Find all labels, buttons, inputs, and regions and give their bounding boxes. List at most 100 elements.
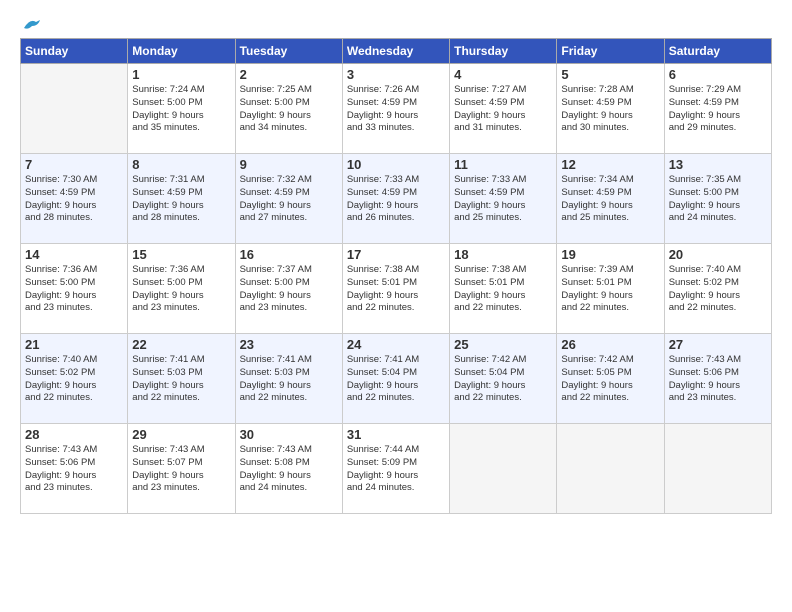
day-info: Sunrise: 7:38 AM Sunset: 5:01 PM Dayligh… [347, 264, 445, 315]
day-number: 8 [132, 157, 230, 172]
calendar-header-monday: Monday [128, 39, 235, 64]
day-number: 18 [454, 247, 552, 262]
day-info: Sunrise: 7:37 AM Sunset: 5:00 PM Dayligh… [240, 264, 338, 315]
calendar-day-cell [664, 424, 771, 514]
day-number: 10 [347, 157, 445, 172]
calendar-day-cell: 30 Sunrise: 7:43 AM Sunset: 5:08 PM Dayli… [235, 424, 342, 514]
calendar-day-cell: 22Sunrise: 7:41 AM Sunset: 5:03 PM Dayli… [128, 334, 235, 424]
calendar-week-row: 1 Sunrise: 7:24 AM Sunset: 5:00 PM Daylig… [21, 64, 772, 154]
calendar-day-cell: 29Sunrise: 7:43 AM Sunset: 5:07 PM Dayli… [128, 424, 235, 514]
day-info: Sunrise: 7:34 AM Sunset: 4:59 PM Dayligh… [561, 174, 659, 225]
day-info: Sunrise: 7:43 AM Sunset: 5:06 PM Dayligh… [669, 354, 767, 405]
day-number: 7 [25, 157, 123, 172]
day-number: 28 [25, 427, 123, 442]
calendar-day-cell: 2 Sunrise: 7:25 AM Sunset: 5:00 PM Daylig… [235, 64, 342, 154]
day-number: 5 [561, 67, 659, 82]
day-info: Sunrise: 7:36 AM Sunset: 5:00 PM Dayligh… [132, 264, 230, 315]
day-number: 13 [669, 157, 767, 172]
day-info: Sunrise: 7:40 AM Sunset: 5:02 PM Dayligh… [669, 264, 767, 315]
calendar-day-cell: 16 Sunrise: 7:37 AM Sunset: 5:00 PM Dayli… [235, 244, 342, 334]
calendar-day-cell: 31 Sunrise: 7:44 AM Sunset: 5:09 PM Dayli… [342, 424, 449, 514]
day-number: 25 [454, 337, 552, 352]
day-info: Sunrise: 7:36 AM Sunset: 5:00 PM Dayligh… [25, 264, 123, 315]
calendar-day-cell [557, 424, 664, 514]
day-info: Sunrise: 7:38 AM Sunset: 5:01 PM Dayligh… [454, 264, 552, 315]
calendar-day-cell: 10 Sunrise: 7:33 AM Sunset: 4:59 PM Dayli… [342, 154, 449, 244]
calendar-day-cell: 19 Sunrise: 7:39 AM Sunset: 5:01 PM Dayli… [557, 244, 664, 334]
calendar-day-cell: 24 Sunrise: 7:41 AM Sunset: 5:04 PM Dayli… [342, 334, 449, 424]
day-info: Sunrise: 7:43 AM Sunset: 5:06 PM Dayligh… [25, 444, 123, 495]
calendar-day-cell: 1 Sunrise: 7:24 AM Sunset: 5:00 PM Daylig… [128, 64, 235, 154]
calendar-day-cell: 7Sunrise: 7:30 AM Sunset: 4:59 PM Daylig… [21, 154, 128, 244]
calendar-day-cell: 9Sunrise: 7:32 AM Sunset: 4:59 PM Daylig… [235, 154, 342, 244]
day-info: Sunrise: 7:27 AM Sunset: 4:59 PM Dayligh… [454, 84, 552, 135]
day-info: Sunrise: 7:33 AM Sunset: 4:59 PM Dayligh… [347, 174, 445, 225]
day-number: 21 [25, 337, 123, 352]
calendar-table: SundayMondayTuesdayWednesdayThursdayFrid… [20, 38, 772, 514]
day-info: Sunrise: 7:26 AM Sunset: 4:59 PM Dayligh… [347, 84, 445, 135]
calendar-day-cell: 14Sunrise: 7:36 AM Sunset: 5:00 PM Dayli… [21, 244, 128, 334]
day-info: Sunrise: 7:29 AM Sunset: 4:59 PM Dayligh… [669, 84, 767, 135]
day-number: 4 [454, 67, 552, 82]
calendar-header-row: SundayMondayTuesdayWednesdayThursdayFrid… [21, 39, 772, 64]
calendar-header-tuesday: Tuesday [235, 39, 342, 64]
day-number: 23 [240, 337, 338, 352]
header [20, 16, 772, 28]
day-info: Sunrise: 7:39 AM Sunset: 5:01 PM Dayligh… [561, 264, 659, 315]
calendar-week-row: 28 Sunrise: 7:43 AM Sunset: 5:06 PM Dayli… [21, 424, 772, 514]
day-info: Sunrise: 7:42 AM Sunset: 5:05 PM Dayligh… [561, 354, 659, 405]
day-number: 17 [347, 247, 445, 262]
day-number: 6 [669, 67, 767, 82]
calendar-day-cell [21, 64, 128, 154]
calendar-week-row: 7Sunrise: 7:30 AM Sunset: 4:59 PM Daylig… [21, 154, 772, 244]
calendar-header-saturday: Saturday [664, 39, 771, 64]
day-number: 22 [132, 337, 230, 352]
day-info: Sunrise: 7:31 AM Sunset: 4:59 PM Dayligh… [132, 174, 230, 225]
day-number: 11 [454, 157, 552, 172]
calendar-day-cell: 8 Sunrise: 7:31 AM Sunset: 4:59 PM Daylig… [128, 154, 235, 244]
day-number: 15 [132, 247, 230, 262]
day-info: Sunrise: 7:33 AM Sunset: 4:59 PM Dayligh… [454, 174, 552, 225]
calendar-day-cell: 12 Sunrise: 7:34 AM Sunset: 4:59 PM Dayli… [557, 154, 664, 244]
calendar-week-row: 14Sunrise: 7:36 AM Sunset: 5:00 PM Dayli… [21, 244, 772, 334]
day-number: 1 [132, 67, 230, 82]
calendar-header-wednesday: Wednesday [342, 39, 449, 64]
day-info: Sunrise: 7:35 AM Sunset: 5:00 PM Dayligh… [669, 174, 767, 225]
day-number: 2 [240, 67, 338, 82]
calendar-day-cell: 25 Sunrise: 7:42 AM Sunset: 5:04 PM Dayli… [450, 334, 557, 424]
calendar-day-cell: 27 Sunrise: 7:43 AM Sunset: 5:06 PM Dayli… [664, 334, 771, 424]
day-number: 27 [669, 337, 767, 352]
day-info: Sunrise: 7:43 AM Sunset: 5:07 PM Dayligh… [132, 444, 230, 495]
day-info: Sunrise: 7:24 AM Sunset: 5:00 PM Dayligh… [132, 84, 230, 135]
day-number: 26 [561, 337, 659, 352]
day-info: Sunrise: 7:41 AM Sunset: 5:03 PM Dayligh… [240, 354, 338, 405]
calendar-day-cell [450, 424, 557, 514]
calendar-day-cell: 18 Sunrise: 7:38 AM Sunset: 5:01 PM Dayli… [450, 244, 557, 334]
day-number: 16 [240, 247, 338, 262]
day-info: Sunrise: 7:32 AM Sunset: 4:59 PM Dayligh… [240, 174, 338, 225]
calendar-day-cell: 26 Sunrise: 7:42 AM Sunset: 5:05 PM Dayli… [557, 334, 664, 424]
calendar-day-cell: 20Sunrise: 7:40 AM Sunset: 5:02 PM Dayli… [664, 244, 771, 334]
day-info: Sunrise: 7:42 AM Sunset: 5:04 PM Dayligh… [454, 354, 552, 405]
day-info: Sunrise: 7:43 AM Sunset: 5:08 PM Dayligh… [240, 444, 338, 495]
day-number: 31 [347, 427, 445, 442]
calendar-day-cell: 28 Sunrise: 7:43 AM Sunset: 5:06 PM Dayli… [21, 424, 128, 514]
day-info: Sunrise: 7:41 AM Sunset: 5:04 PM Dayligh… [347, 354, 445, 405]
calendar-day-cell: 6 Sunrise: 7:29 AM Sunset: 4:59 PM Daylig… [664, 64, 771, 154]
calendar-day-cell: 4 Sunrise: 7:27 AM Sunset: 4:59 PM Daylig… [450, 64, 557, 154]
day-number: 19 [561, 247, 659, 262]
logo-bird-icon [22, 16, 44, 32]
calendar-header-sunday: Sunday [21, 39, 128, 64]
day-number: 30 [240, 427, 338, 442]
day-info: Sunrise: 7:44 AM Sunset: 5:09 PM Dayligh… [347, 444, 445, 495]
calendar-day-cell: 3 Sunrise: 7:26 AM Sunset: 4:59 PM Daylig… [342, 64, 449, 154]
calendar-header-friday: Friday [557, 39, 664, 64]
day-number: 3 [347, 67, 445, 82]
day-info: Sunrise: 7:25 AM Sunset: 5:00 PM Dayligh… [240, 84, 338, 135]
day-number: 24 [347, 337, 445, 352]
day-info: Sunrise: 7:28 AM Sunset: 4:59 PM Dayligh… [561, 84, 659, 135]
page: SundayMondayTuesdayWednesdayThursdayFrid… [0, 0, 792, 612]
day-number: 12 [561, 157, 659, 172]
calendar-day-cell: 23 Sunrise: 7:41 AM Sunset: 5:03 PM Dayli… [235, 334, 342, 424]
calendar-day-cell: 11 Sunrise: 7:33 AM Sunset: 4:59 PM Dayli… [450, 154, 557, 244]
